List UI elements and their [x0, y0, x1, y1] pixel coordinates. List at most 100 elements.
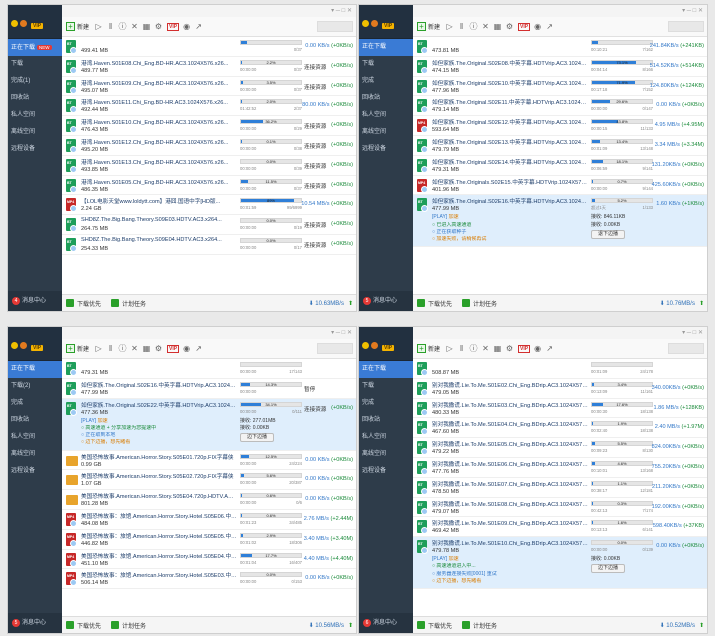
download-row[interactable]: MP4 如但家族.The.Original.S02E12.中英字幕.HDTVrip…: [413, 116, 707, 136]
sidebar-item[interactable]: 离线空间: [359, 124, 413, 141]
download-row[interactable]: 美国恐怖故事.American.Horror.Story.S05E04.720p…: [62, 490, 356, 510]
sidebar-item[interactable]: 回收站: [359, 90, 413, 107]
download-row[interactable]: BT 别对我撒谎.Lie.To.Me.S01E08.Chi_Eng.BDrip.A…: [413, 498, 707, 518]
download-row[interactable]: MP4 如但家族.The.Originals.S02E15.中英字幕.HDTVri…: [413, 176, 707, 196]
back-icon[interactable]: [417, 299, 425, 307]
download-row[interactable]: BT 港湾.Haven.S01E13.Chi_Eng.BD-HR.AC3.1024…: [62, 156, 356, 176]
play-while-download-button[interactable]: 边下边播: [591, 564, 626, 574]
pause-icon[interactable]: ‖: [456, 22, 467, 31]
scheduled-task-button[interactable]: 计划任务: [473, 299, 497, 308]
sidebar-item[interactable]: 正在下载: [359, 39, 413, 56]
avatar[interactable]: [362, 20, 369, 27]
play-badge[interactable]: [PLAY]: [81, 418, 98, 424]
acceleration-status-line[interactable]: ○ 边下边播，想先睹看: [81, 439, 236, 446]
download-row[interactable]: BT 如但家族.The.Original.S02E16.中英字幕.HDTVrip.…: [62, 379, 356, 399]
back-icon[interactable]: [417, 621, 425, 629]
sidebar-item[interactable]: 正在下载 NEW: [8, 39, 62, 56]
vip-accelerate[interactable]: 加速: [449, 214, 459, 220]
download-row[interactable]: BT 如但家族.The.Original.S02E10.中英字幕.HDTVrip.…: [413, 77, 707, 97]
download-row[interactable]: BT 499.41 MB 0/37 0.00 KB/s (+0KB/s): [62, 37, 356, 57]
download-row[interactable]: BT 如但家族.The.Original.S02E22.中英字幕.HDTVrip.…: [62, 398, 356, 451]
grid-icon[interactable]: ▦: [492, 22, 503, 31]
back-icon[interactable]: [66, 621, 74, 629]
share-icon[interactable]: ↗: [544, 22, 555, 31]
vip-accelerate[interactable]: 加速: [98, 418, 108, 424]
download-row[interactable]: BT 别对我撒谎.Lie.To.Me.S01E09.Chi_Eng.BDrip.A…: [413, 517, 707, 538]
window-controls[interactable]: ▾ ─ □ ✕: [62, 327, 356, 339]
download-row[interactable]: BT 别对我撒谎.Lie.To.Me.S01E06.Chi_Eng.BDrip.A…: [413, 458, 707, 478]
settings-icon[interactable]: ⚙: [504, 22, 515, 31]
sidebar-item[interactable]: 正在下载: [359, 361, 413, 378]
sidebar-item[interactable]: 离线空间: [359, 446, 413, 463]
download-row[interactable]: 美国恐怖故事.American.Horror.Story.S05E01.720p…: [62, 451, 356, 471]
play-while-download-button[interactable]: 边下边播: [240, 433, 275, 442]
back-icon[interactable]: [66, 299, 74, 307]
sidebar-item[interactable]: 回收站: [359, 412, 413, 429]
download-row[interactable]: BT 港湾.Haven.S01E12.Chi_Eng.BD-HR.AC3.1024…: [62, 136, 356, 156]
sidebar-item[interactable]: 回收站: [8, 90, 62, 107]
sidebar-item[interactable]: 下载(2): [8, 378, 62, 395]
badge-icon[interactable]: ◉: [181, 344, 192, 353]
window-controls[interactable]: ▾ ─ □ ✕: [413, 5, 707, 17]
sidebar-item[interactable]: 远程设备: [359, 463, 413, 480]
play-icon[interactable]: ▷: [93, 22, 104, 31]
play-badge[interactable]: [PLAY]: [432, 556, 449, 562]
sidebar-item[interactable]: 远程设备: [359, 141, 413, 158]
download-row[interactable]: BT 港湾.Haven.S01E05.Chi_Eng.BD-HR.AC3.1024…: [62, 176, 356, 196]
download-row[interactable]: BT SHD8Z.The.Big.Bang.Theory.S09E04.HDTV.…: [62, 235, 356, 255]
search-input[interactable]: [668, 21, 704, 32]
window-controls[interactable]: ▾ ─ □ ✕: [413, 327, 707, 339]
download-row[interactable]: BT 港湾.Haven.S01E08.Chi_Eng.BD-HR.AC3.1024…: [62, 57, 356, 77]
download-row[interactable]: MP4 【LOL电影天堂www.loldytt.com】港囧.国语中字[HD版..…: [62, 195, 356, 216]
settings-icon[interactable]: ⚙: [153, 22, 164, 31]
scheduled-task-button[interactable]: 计划任务: [122, 299, 146, 308]
download-row[interactable]: BT SHD8Z.The.Big.Bang.Theory.S09E03.HDTV.…: [62, 215, 356, 235]
new-task-button[interactable]: + 新建: [66, 22, 89, 31]
share-icon[interactable]: ↗: [544, 344, 555, 353]
new-task-button[interactable]: + 新建: [417, 344, 440, 353]
vip-toolbar-icon[interactable]: VIP: [167, 344, 180, 353]
sidebar-item[interactable]: 完成: [359, 73, 413, 90]
play-icon[interactable]: ▷: [444, 22, 455, 31]
new-task-button[interactable]: + 新建: [417, 22, 440, 31]
download-first-toggle[interactable]: 下载优先: [428, 299, 452, 308]
window-controls[interactable]: ▾ ─ □ ✕: [62, 5, 356, 17]
sidebar-item[interactable]: 私人空间: [359, 429, 413, 446]
search-input[interactable]: [668, 343, 704, 354]
download-row[interactable]: 美国恐怖故事.American.Horror.Story.S05E02.720p…: [62, 470, 356, 491]
sidebar-item[interactable]: 远程设备: [8, 463, 62, 480]
sidebar-item[interactable]: 离线空间: [8, 124, 62, 141]
play-icon[interactable]: ▷: [93, 344, 104, 353]
new-task-button[interactable]: + 新建: [66, 344, 89, 353]
search-input[interactable]: [317, 343, 353, 354]
download-first-toggle[interactable]: 下载优先: [77, 299, 101, 308]
download-row[interactable]: MP4 美国恐怖故事：旅馆.American.Horror.Story.Hotel…: [62, 530, 356, 550]
download-row[interactable]: BT 479.31 MB 00:00:00 17/143: [62, 359, 356, 379]
pause-icon[interactable]: ‖: [456, 344, 467, 353]
grid-icon[interactable]: ▦: [141, 344, 152, 353]
scheduled-task-button[interactable]: 计划任务: [122, 621, 146, 630]
sidebar-item[interactable]: 完成: [8, 395, 62, 412]
delete-icon[interactable]: ✕: [480, 344, 491, 353]
badge-icon[interactable]: ◉: [532, 344, 543, 353]
download-row[interactable]: BT 如但家族.The.Original.S02E16.中英字幕.HDTVrip.…: [413, 195, 707, 248]
info-icon[interactable]: ⓘ: [117, 21, 128, 32]
pause-icon[interactable]: ‖: [105, 344, 116, 353]
acceleration-status-line[interactable]: ○ 加速失败，请稍候再试: [432, 236, 587, 243]
download-row[interactable]: BT 别对我撒谎.Lie.To.Me.S01E02.Chi_Eng.BDrip.A…: [413, 379, 707, 399]
play-while-download-button[interactable]: 退下边播: [591, 229, 626, 239]
info-icon[interactable]: ⓘ: [468, 21, 479, 32]
sidebar-item[interactable]: 完成(1): [8, 73, 62, 90]
pause-icon[interactable]: ‖: [105, 22, 116, 31]
message-center[interactable]: 5 消息中心: [359, 291, 413, 311]
message-center[interactable]: 6 消息中心: [359, 613, 413, 633]
sidebar-item[interactable]: 下载: [8, 56, 62, 73]
vip-toolbar-icon[interactable]: VIP: [167, 22, 180, 31]
message-center[interactable]: 5 消息中心: [8, 613, 62, 633]
download-first-toggle[interactable]: 下载优先: [77, 621, 101, 630]
vip-toolbar-icon[interactable]: VIP: [518, 22, 531, 31]
sidebar-item[interactable]: 私人空间: [8, 429, 62, 446]
info-icon[interactable]: ⓘ: [117, 343, 128, 354]
download-row[interactable]: BT 港湾.Haven.S01E10.Chi_Eng.BD-HR.AC3.1024…: [62, 116, 356, 136]
download-row[interactable]: BT 港湾.Haven.S01E09.Chi_Eng.BD-HR.AC3.1024…: [62, 77, 356, 97]
